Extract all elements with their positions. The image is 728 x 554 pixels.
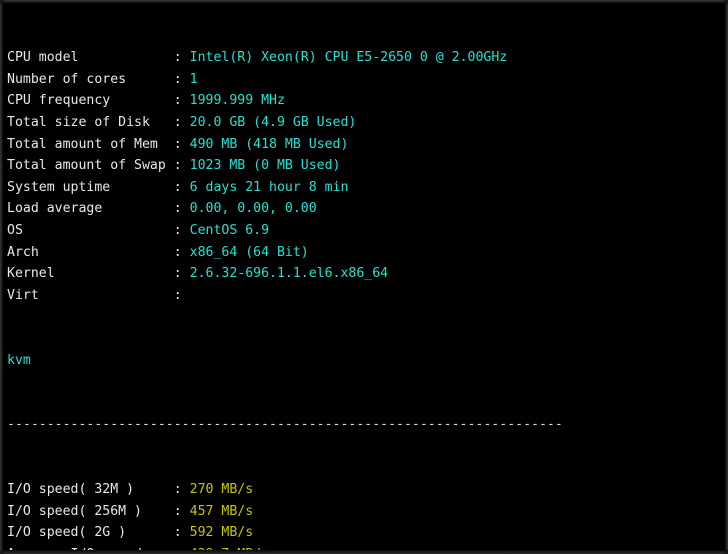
- sysinfo-label: Load average: [7, 201, 174, 217]
- virt-type-value: kvm: [7, 352, 31, 368]
- system-info-block: CPU model : Intel(R) Xeon(R) CPU E5-2650…: [7, 47, 724, 306]
- sysinfo-value: 1: [189, 71, 198, 87]
- terminal-window[interactable]: CPU model : Intel(R) Xeon(R) CPU E5-2650…: [0, 0, 728, 554]
- sysinfo-value: 6 days 21 hour 8 min: [189, 179, 349, 195]
- sysinfo-label: Kernel: [7, 266, 174, 282]
- sysinfo-value: 1999.999 MHz: [189, 93, 285, 109]
- sysinfo-value: 20.0 GB (4.9 GB Used): [189, 114, 357, 130]
- sysinfo-row: CPU model : Intel(R) Xeon(R) CPU E5-2650…: [7, 47, 724, 69]
- window-edge-bottom: [0, 550, 728, 554]
- sysinfo-value: x86_64 (64 Bit): [189, 244, 309, 260]
- sysinfo-value: 490 MB (418 MB Used): [189, 136, 349, 152]
- divider-text: ----------------------------------------…: [7, 417, 563, 433]
- sysinfo-row: System uptime : 6 days 21 hour 8 min: [7, 177, 724, 199]
- sysinfo-label: CPU frequency: [7, 93, 174, 109]
- virt-type-line: kvm: [7, 350, 724, 372]
- sysinfo-row: Number of cores : 1: [7, 69, 724, 91]
- sysinfo-colon: :: [173, 114, 190, 130]
- sysinfo-value: 0.00, 0.00, 0.00: [189, 201, 317, 217]
- sysinfo-colon: :: [173, 50, 190, 66]
- sysinfo-colon: :: [173, 244, 190, 260]
- sysinfo-label: OS: [7, 222, 174, 238]
- sysinfo-label: Total amount of Swap: [7, 158, 174, 174]
- sysinfo-label: Total size of Disk: [7, 114, 174, 130]
- io-speed-value: 457 MB/s: [189, 503, 254, 519]
- io-speed-label: I/O speed( 32M ): [7, 482, 174, 498]
- sysinfo-row: CPU frequency : 1999.999 MHz: [7, 90, 724, 112]
- io-speed-block: I/O speed( 32M ) : 270 MB/s I/O speed( 25…: [7, 479, 724, 554]
- sysinfo-value: CentOS 6.9: [189, 222, 270, 238]
- io-speed-colon: :: [173, 482, 190, 498]
- sysinfo-colon: :: [173, 179, 190, 195]
- sysinfo-row: OS : CentOS 6.9: [7, 220, 724, 242]
- sysinfo-label: Number of cores: [7, 71, 174, 87]
- sysinfo-label: CPU model: [7, 50, 174, 66]
- sysinfo-row: Total size of Disk : 20.0 GB (4.9 GB Use…: [7, 112, 724, 134]
- sysinfo-row: Virt :: [7, 285, 724, 307]
- sysinfo-row: Kernel : 2.6.32-696.1.1.el6.x86_64: [7, 263, 724, 285]
- sysinfo-colon: :: [173, 158, 190, 174]
- io-speed-row: I/O speed( 2G ) : 592 MB/s: [7, 522, 724, 544]
- sysinfo-colon: :: [173, 266, 190, 282]
- sysinfo-label: Total amount of Mem: [7, 136, 174, 152]
- io-speed-label: I/O speed( 256M ): [7, 503, 174, 519]
- io-speed-value: 592 MB/s: [189, 525, 254, 541]
- io-speed-value: 270 MB/s: [189, 482, 254, 498]
- sysinfo-label: Virt: [7, 287, 174, 303]
- divider-top: ----------------------------------------…: [7, 414, 724, 436]
- sysinfo-row: Arch : x86_64 (64 Bit): [7, 242, 724, 264]
- terminal-output: CPU model : Intel(R) Xeon(R) CPU E5-2650…: [7, 4, 724, 554]
- sysinfo-row: Total amount of Swap : 1023 MB (0 MB Use…: [7, 155, 724, 177]
- sysinfo-label: Arch: [7, 244, 174, 260]
- sysinfo-colon: :: [173, 71, 190, 87]
- io-speed-row: I/O speed( 256M ) : 457 MB/s: [7, 501, 724, 523]
- sysinfo-row: Total amount of Mem : 490 MB (418 MB Use…: [7, 134, 724, 156]
- io-speed-colon: :: [173, 525, 190, 541]
- sysinfo-value: 1023 MB (0 MB Used): [189, 158, 341, 174]
- sysinfo-row: Load average : 0.00, 0.00, 0.00: [7, 198, 724, 220]
- io-speed-row: I/O speed( 32M ) : 270 MB/s: [7, 479, 724, 501]
- io-speed-colon: :: [173, 503, 190, 519]
- sysinfo-label: System uptime: [7, 179, 174, 195]
- sysinfo-value: 2.6.32-696.1.1.el6.x86_64: [189, 266, 389, 282]
- io-speed-label: I/O speed( 2G ): [7, 525, 174, 541]
- sysinfo-colon: :: [173, 201, 190, 217]
- sysinfo-colon: :: [173, 93, 190, 109]
- sysinfo-colon: :: [173, 136, 190, 152]
- sysinfo-colon: :: [173, 287, 190, 303]
- sysinfo-value: Intel(R) Xeon(R) CPU E5-2650 0 @ 2.00GHz: [189, 50, 508, 66]
- sysinfo-colon: :: [173, 222, 190, 238]
